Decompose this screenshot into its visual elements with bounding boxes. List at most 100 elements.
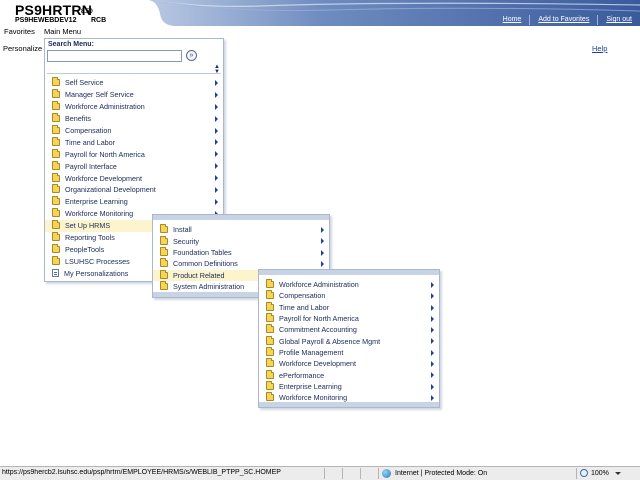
- product-related-submenu: Workforce Administration Compensation Ti…: [258, 269, 440, 408]
- submenu-item-foundation-tables[interactable]: Foundation Tables: [153, 246, 329, 258]
- home-link[interactable]: Home: [495, 15, 530, 25]
- folder-icon: [52, 148, 60, 158]
- folder-icon: [266, 301, 274, 311]
- favorites-menu[interactable]: Favorites: [4, 27, 35, 36]
- header: PS9HRTRN 8.50 PS9HEWEBDEV12 RCB Home Add…: [0, 0, 640, 26]
- submenu-arrow-icon: [431, 394, 434, 401]
- menu-item-label: Manager Self Service: [65, 90, 134, 100]
- submenu-item-eperformance[interactable]: ePerformance: [259, 369, 439, 380]
- menu-item-payroll-for-north-america[interactable]: Payroll for North America: [45, 148, 223, 160]
- globe-icon: [382, 469, 391, 478]
- add-to-favorites-link[interactable]: Add to Favorites: [529, 15, 597, 25]
- status-divider: [324, 468, 325, 479]
- menu-item-label: Payroll for North America: [65, 149, 145, 159]
- submenu-item-time-and-labor[interactable]: Time and Labor: [259, 301, 439, 313]
- search-go-icon[interactable]: »: [186, 50, 197, 61]
- submenu-item-profile-management[interactable]: Profile Management: [259, 346, 439, 358]
- submenu-item-workforce-administration[interactable]: Workforce Administration: [259, 279, 439, 290]
- submenu-item-label: Install: [173, 225, 192, 235]
- menu-item-workforce-development[interactable]: Workforce Development: [45, 172, 223, 184]
- submenu-item-label: Time and Labor: [279, 302, 330, 312]
- submenu-item-label: Product Related: [173, 270, 225, 280]
- folder-icon: [160, 258, 168, 268]
- submenu-arrow-icon: [431, 304, 434, 311]
- menu-item-payroll-interface[interactable]: Payroll Interface: [45, 160, 223, 172]
- submenu-arrow-icon: [215, 103, 218, 110]
- submenu-top-band: [259, 270, 439, 275]
- folder-icon: [52, 77, 60, 87]
- menu-item-label: PeopleTools: [65, 244, 105, 254]
- submenu-item-label: Security: [173, 236, 199, 246]
- folder-icon: [266, 290, 274, 300]
- submenu-item-enterprise-learning[interactable]: Enterprise Learning: [259, 380, 439, 392]
- submenu-item-common-definitions[interactable]: Common Definitions: [153, 258, 329, 269]
- submenu-arrow-icon: [431, 383, 434, 390]
- menu-item-enterprise-learning[interactable]: Enterprise Learning: [45, 196, 223, 208]
- zoom-control[interactable]: 100%: [580, 469, 621, 477]
- submenu-arrow-icon: [215, 175, 218, 182]
- database-name: PS9HEWEBDEV12: [15, 17, 77, 24]
- submenu-arrow-icon: [431, 327, 434, 334]
- submenu-top-band: [153, 215, 329, 220]
- zoom-icon: [580, 469, 588, 477]
- personalize-link[interactable]: Personalize: [3, 44, 42, 53]
- menu-item-label: Benefits: [65, 114, 91, 124]
- submenu-arrow-icon: [215, 198, 218, 205]
- submenu-item-payroll-for-north-america[interactable]: Payroll for North America: [259, 313, 439, 324]
- folder-icon: [52, 89, 60, 99]
- submenu-item-label: ePerformance: [279, 370, 325, 380]
- security-zone[interactable]: Internet | Protected Mode: On: [382, 469, 487, 478]
- submenu-item-global-payroll-absence-mgmt[interactable]: Global Payroll & Absence Mgmt: [259, 335, 439, 346]
- help-link[interactable]: Help: [592, 44, 607, 53]
- menu-item-label: Organizational Development: [65, 185, 156, 195]
- submenu-item-label: Workforce Administration: [279, 280, 359, 290]
- menu-item-self-service[interactable]: Self Service: [45, 77, 223, 89]
- folder-icon: [160, 269, 168, 279]
- folder-icon: [266, 358, 274, 368]
- status-divider: [342, 468, 343, 479]
- submenu-arrow-icon: [431, 293, 434, 300]
- submenu-item-workforce-development[interactable]: Workforce Development: [259, 358, 439, 369]
- menu-item-manager-self-service[interactable]: Manager Self Service: [45, 89, 223, 101]
- submenu-item-label: Common Definitions: [173, 259, 238, 269]
- folder-icon: [52, 125, 60, 134]
- menu-item-label: Reporting Tools: [65, 233, 115, 243]
- menu-item-workforce-administration[interactable]: Workforce Administration: [45, 101, 223, 113]
- menu-item-benefits[interactable]: Benefits: [45, 113, 223, 125]
- status-url: https://ps9hercb2.lsuhsc.edu/psp/hrtrn/E…: [2, 469, 281, 476]
- submenu-item-security[interactable]: Security: [153, 235, 329, 246]
- submenu-arrow-icon: [321, 249, 324, 256]
- submenu-arrow-icon: [431, 361, 434, 368]
- folder-icon: [52, 208, 60, 218]
- menu-item-time-and-labor[interactable]: Time and Labor: [45, 136, 223, 148]
- zoom-level: 100%: [591, 469, 609, 477]
- menu-item-label: Workforce Administration: [65, 102, 145, 112]
- search-menu-label: Search Menu:: [48, 41, 94, 48]
- user-id: RCB: [91, 17, 107, 24]
- security-zone-label: Internet | Protected Mode: On: [395, 470, 488, 477]
- menu-item-label: My Personalizations: [64, 268, 129, 278]
- header-links: Home Add to Favorites Sign out: [495, 15, 640, 25]
- submenu-arrow-icon: [321, 238, 324, 245]
- submenu-item-label: Profile Management: [279, 347, 344, 357]
- submenu-item-commitment-accounting[interactable]: Commitment Accounting: [259, 324, 439, 335]
- menu-item-label: Self Service: [65, 78, 104, 88]
- submenu-arrow-icon: [215, 115, 218, 122]
- status-divider: [378, 468, 379, 479]
- folder-icon: [52, 101, 60, 111]
- submenu-bottom-band: [259, 402, 439, 407]
- app-version: 8.50: [81, 9, 93, 15]
- menu-item-organizational-development[interactable]: Organizational Development: [45, 184, 223, 196]
- search-menu-input[interactable]: [47, 50, 182, 62]
- folder-icon: [160, 246, 168, 256]
- submenu-item-compensation[interactable]: Compensation: [259, 290, 439, 301]
- menu-item-compensation[interactable]: Compensation: [45, 125, 223, 137]
- folder-icon: [266, 380, 274, 390]
- submenu-item-install[interactable]: Install: [153, 224, 329, 235]
- submenu-item-label: Compensation: [279, 291, 326, 301]
- menu-item-label: Workforce Development: [65, 173, 142, 183]
- folder-icon: [52, 232, 60, 242]
- sign-out-link[interactable]: Sign out: [597, 15, 640, 25]
- folder-icon: [266, 346, 274, 356]
- main-menu[interactable]: Main Menu: [44, 27, 81, 36]
